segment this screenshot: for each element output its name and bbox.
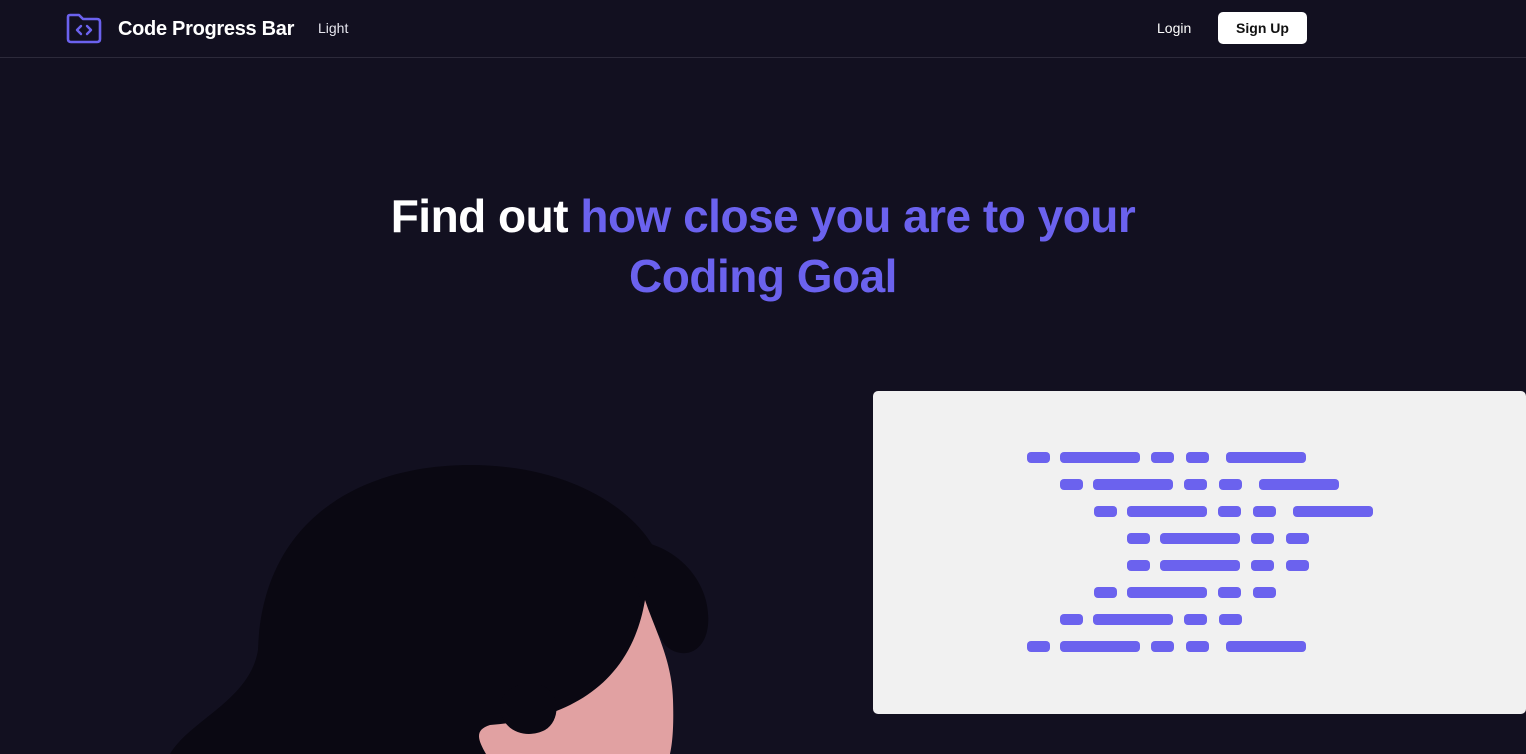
signup-button[interactable]: Sign Up [1218,12,1307,44]
code-token-2-4 [1293,506,1373,517]
code-token-4-1 [1160,560,1240,571]
code-token-6-2 [1184,614,1207,625]
folder-code-icon[interactable] [66,12,102,44]
code-token-6-0 [1060,614,1083,625]
headline-accent-line1: how close you are to your [580,190,1136,242]
code-token-1-3 [1219,479,1242,490]
code-token-7-0 [1027,641,1050,652]
code-token-1-2 [1184,479,1207,490]
code-token-3-0 [1127,533,1150,544]
code-window [873,391,1526,714]
code-token-7-4 [1226,641,1306,652]
code-token-2-1 [1127,506,1207,517]
code-token-1-4 [1259,479,1339,490]
code-token-0-0 [1027,452,1050,463]
hero-headline: Find out how close you are to your Coding… [263,186,1263,306]
code-token-3-1 [1160,533,1240,544]
code-token-4-2 [1251,560,1274,571]
code-token-2-3 [1253,506,1276,517]
code-token-3-2 [1251,533,1274,544]
code-token-2-0 [1094,506,1117,517]
headline-accent-line2: Coding Goal [629,250,897,302]
code-token-6-3 [1219,614,1242,625]
code-token-0-1 [1060,452,1140,463]
code-token-2-2 [1218,506,1241,517]
code-token-1-0 [1060,479,1083,490]
code-token-1-1 [1093,479,1173,490]
code-token-3-3 [1286,533,1309,544]
code-token-6-1 [1093,614,1173,625]
code-token-0-3 [1186,452,1209,463]
code-token-0-4 [1226,452,1306,463]
code-token-0-2 [1151,452,1174,463]
navbar: Code Progress Bar Light Login Sign Up [0,0,1526,58]
code-token-4-0 [1127,560,1150,571]
code-token-5-0 [1094,587,1117,598]
code-token-5-1 [1127,587,1207,598]
brand-name[interactable]: Code Progress Bar [118,16,294,42]
code-token-5-2 [1218,587,1241,598]
code-token-5-3 [1253,587,1276,598]
headline-plain: Find out [390,190,581,242]
code-token-4-3 [1286,560,1309,571]
code-token-7-2 [1151,641,1174,652]
theme-toggle[interactable]: Light [318,19,348,37]
person-figure [170,465,709,754]
code-lines [1027,452,1373,652]
code-token-7-3 [1186,641,1209,652]
code-token-7-1 [1060,641,1140,652]
login-link[interactable]: Login [1157,19,1191,37]
